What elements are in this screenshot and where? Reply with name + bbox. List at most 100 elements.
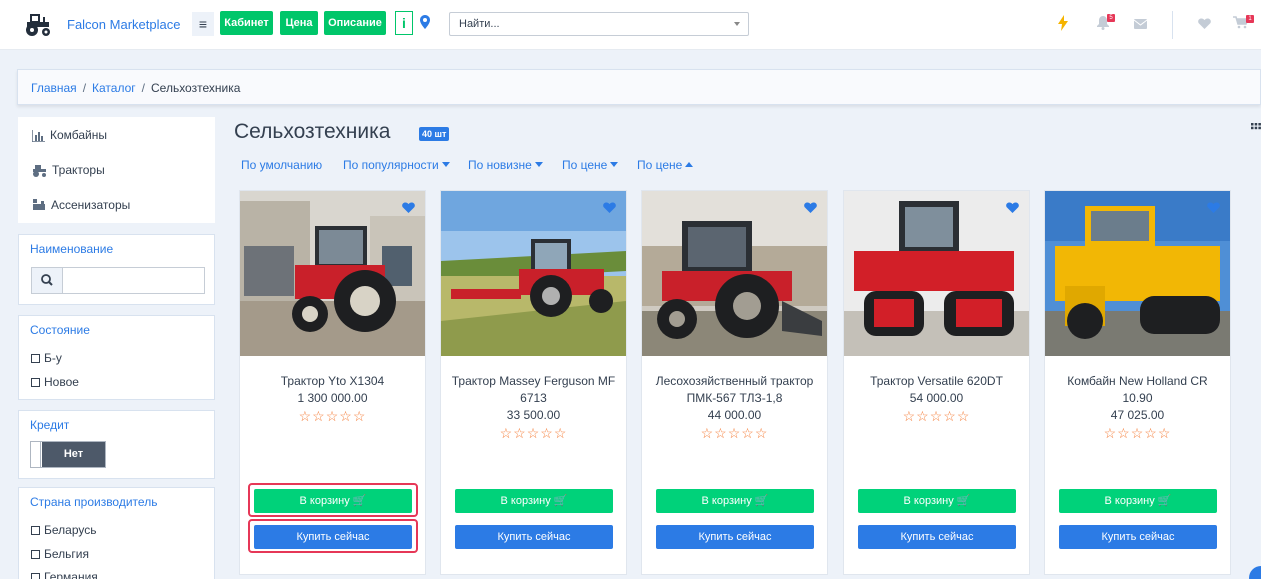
rating-stars[interactable]: ☆☆☆☆☆ — [447, 425, 620, 441]
checkbox-label: Новое — [44, 375, 79, 389]
rating-stars[interactable]: ☆☆☆☆☆ — [850, 408, 1023, 424]
sort-label: По цене — [562, 158, 608, 172]
condition-filter-title: Состояние — [30, 323, 90, 337]
sort-label: По цене — [637, 158, 683, 172]
favorite-heart-icon[interactable] — [1207, 201, 1220, 216]
country-germany-checkbox[interactable]: Германия — [31, 570, 98, 579]
condition-used-checkbox[interactable]: Б-у — [31, 351, 62, 365]
add-to-cart-button[interactable]: В корзину 🛒 — [858, 489, 1016, 513]
brand-name[interactable]: Falcon Marketplace — [67, 17, 180, 32]
category-tractors[interactable]: Тракторы — [32, 160, 105, 180]
sort-price-desc[interactable]: По цене — [562, 158, 619, 172]
divider — [1172, 11, 1173, 39]
category-combines[interactable]: Комбайны — [31, 125, 108, 145]
product-name[interactable]: Комбайн New Holland CR 10.90 — [1067, 374, 1207, 405]
favorite-heart-icon[interactable] — [1006, 201, 1019, 216]
product-card: Лесохозяйственный трактор ПМК-567 ТЛЗ-1,… — [641, 190, 828, 575]
menu-toggle-button[interactable]: ≡ — [192, 12, 214, 36]
lightning-icon[interactable] — [1058, 15, 1068, 34]
credit-filter-panel: Кредит Нет — [18, 410, 215, 479]
checkbox-label: Беларусь — [44, 523, 97, 537]
cabinet-button[interactable]: Кабинет — [220, 11, 273, 35]
breadcrumb-catalog[interactable]: Каталог — [92, 81, 136, 95]
product-image[interactable] — [844, 191, 1029, 356]
product-card: Комбайн New Holland CR 10.90 47 025.00 ☆… — [1044, 190, 1231, 575]
product-name[interactable]: Трактор Versatile 620DT — [870, 374, 1003, 388]
highlight-outline — [248, 483, 418, 517]
highlight-outline — [248, 519, 418, 553]
toggle-knob — [31, 442, 41, 467]
checkbox-box[interactable] — [31, 573, 40, 579]
button-label: В корзину — [701, 495, 752, 507]
buy-now-button[interactable]: Купить сейчас — [858, 525, 1016, 549]
credit-toggle-label: Нет — [42, 442, 105, 467]
cart-icon: 🛒 — [1157, 495, 1172, 507]
sort-newest[interactable]: По новизне — [468, 158, 543, 172]
rating-stars[interactable]: ☆☆☆☆☆ — [1051, 425, 1224, 441]
product-card: Трактор Versatile 620DT 54 000.00 ☆☆☆☆☆ … — [843, 190, 1030, 575]
product-price: 44 000.00 — [707, 408, 762, 422]
cart-icon: 🛒 — [956, 495, 971, 507]
country-filter-title: Страна производитель — [30, 495, 158, 509]
heart-icon[interactable] — [1198, 17, 1211, 32]
add-to-cart-button[interactable]: В корзину 🛒 — [656, 489, 814, 513]
search-select[interactable]: Найти... — [449, 12, 749, 36]
tractor-logo-icon[interactable] — [24, 11, 52, 37]
category-label: Ассенизаторы — [51, 198, 131, 212]
breadcrumb-home[interactable]: Главная — [31, 81, 77, 95]
buy-now-button[interactable]: Купить сейчас — [1059, 525, 1217, 549]
add-to-cart-button[interactable]: В корзину 🛒 — [455, 489, 613, 513]
checkbox-label: Бельгия — [44, 547, 89, 561]
country-filter-panel: Страна производитель Беларусь Бельгия Ге… — [18, 487, 215, 579]
breadcrumb-separator: / — [141, 81, 145, 95]
cart-icon: 🛒 — [754, 495, 769, 507]
caret-up-icon — [685, 162, 694, 167]
name-search-input[interactable] — [31, 267, 205, 294]
checkbox-box[interactable] — [31, 378, 40, 387]
rating-stars[interactable]: ☆☆☆☆☆ — [648, 425, 821, 441]
info-button[interactable]: i — [395, 11, 413, 35]
sort-label: По умолчанию — [241, 158, 323, 172]
product-image[interactable] — [240, 191, 425, 356]
favorite-heart-icon[interactable] — [804, 201, 817, 216]
tractor-icon — [32, 163, 52, 177]
price-button[interactable]: Цена — [280, 11, 318, 35]
product-name[interactable]: Лесохозяйственный трактор ПМК-567 ТЛЗ-1,… — [656, 374, 814, 405]
category-label: Тракторы — [52, 163, 105, 177]
name-filter-title: Наименование — [30, 242, 114, 256]
sort-popularity[interactable]: По популярности — [343, 158, 450, 172]
favorite-heart-icon[interactable] — [402, 201, 415, 216]
country-belarus-checkbox[interactable]: Беларусь — [31, 523, 96, 537]
product-image[interactable] — [1045, 191, 1230, 356]
checkbox-box[interactable] — [31, 526, 40, 535]
rating-stars[interactable]: ☆☆☆☆☆ — [246, 408, 419, 424]
breadcrumb-separator: / — [82, 81, 87, 95]
add-to-cart-button[interactable]: В корзину 🛒 — [1059, 489, 1217, 513]
condition-new-checkbox[interactable]: Новое — [31, 375, 79, 389]
credit-toggle[interactable]: Нет — [30, 441, 106, 468]
envelope-icon[interactable] — [1133, 17, 1148, 32]
checkbox-box[interactable] — [31, 354, 40, 363]
product-name[interactable]: Трактор Massey Ferguson MF 6713 — [452, 374, 615, 405]
category-sewage-trucks[interactable]: Ассенизаторы — [32, 195, 130, 215]
scroll-to-top-button[interactable] — [1249, 566, 1261, 579]
buy-now-button[interactable]: Купить сейчас — [656, 525, 814, 549]
product-card: Трактор Yto X1304 1 300 000.00 ☆☆☆☆☆ В к… — [239, 190, 426, 575]
location-pin-icon[interactable] — [420, 15, 430, 32]
description-button[interactable]: Описание — [324, 11, 386, 35]
grid-view-icon[interactable] — [1251, 121, 1261, 136]
button-label: В корзину — [903, 495, 954, 507]
category-label: Комбайны — [50, 128, 108, 142]
buy-now-button[interactable]: Купить сейчас — [455, 525, 613, 549]
product-image[interactable] — [441, 191, 626, 356]
country-belgium-checkbox[interactable]: Бельгия — [31, 547, 89, 561]
count-badge: 40 шт — [419, 127, 450, 141]
sort-price-asc[interactable]: По цене — [637, 158, 694, 172]
favorite-heart-icon[interactable] — [603, 201, 616, 216]
product-info: Комбайн New Holland CR 10.90 47 025.00 ☆… — [1051, 373, 1224, 441]
caret-down-icon — [534, 162, 543, 167]
checkbox-box[interactable] — [31, 550, 40, 559]
product-image[interactable] — [642, 191, 827, 356]
sort-default[interactable]: По умолчанию — [241, 158, 322, 172]
product-name[interactable]: Трактор Yto X1304 — [281, 374, 384, 388]
